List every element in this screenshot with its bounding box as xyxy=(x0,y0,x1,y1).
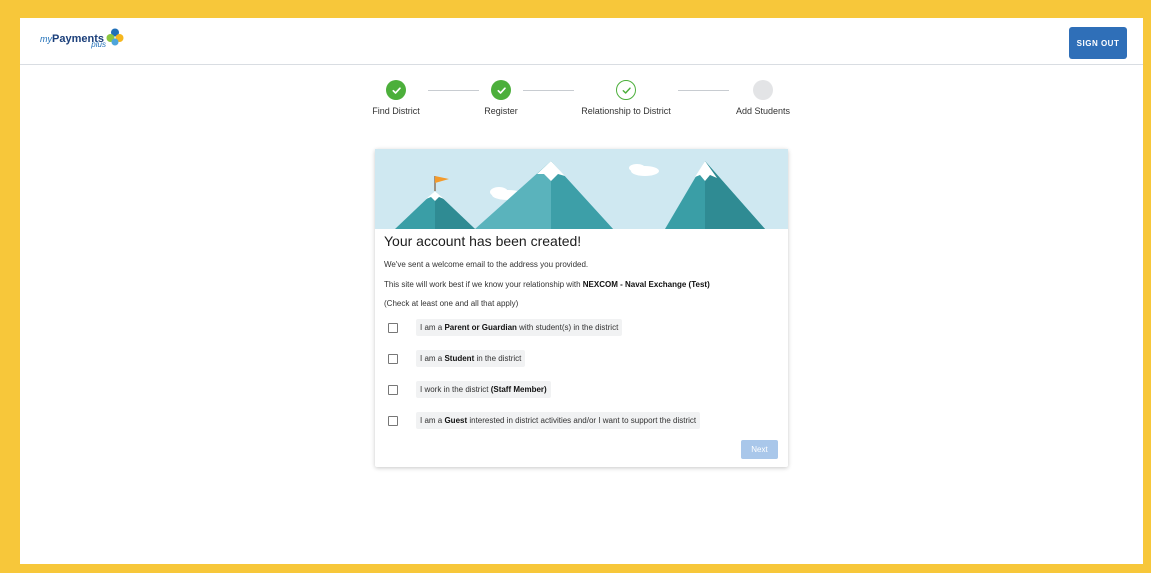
option-label: I am a Student in the district xyxy=(416,350,526,367)
option-suffix: in the district xyxy=(474,354,522,363)
option-prefix: I am a xyxy=(420,354,445,363)
staff-member-checkbox[interactable] xyxy=(388,384,398,395)
district-name: NEXCOM - Naval Exchange (Test) xyxy=(582,280,710,289)
option-staff-member[interactable]: I work in the district (Staff Member) xyxy=(388,381,551,398)
step-complete-icon xyxy=(386,80,406,100)
logo-mark-icon xyxy=(106,28,124,46)
mypaymentsplus-logo[interactable]: myPayments plus xyxy=(40,28,124,49)
relationship-text: This site will work best if we know your… xyxy=(384,280,710,289)
option-bold: (Staff Member) xyxy=(490,385,547,394)
step-label: Find District xyxy=(372,106,420,116)
guest-checkbox[interactable] xyxy=(388,415,398,426)
option-label: I work in the district (Staff Member) xyxy=(416,381,551,398)
logo-my: my xyxy=(40,34,52,44)
option-prefix: I am a xyxy=(420,416,445,425)
logo-text: myPayments plus xyxy=(40,30,106,49)
relationship-prefix: This site will work best if we know your… xyxy=(384,280,583,289)
option-bold: Parent or Guardian xyxy=(444,323,517,332)
parent-guardian-checkbox[interactable] xyxy=(388,322,398,333)
step-register: Register xyxy=(466,80,536,116)
app-window: myPayments plus SIGN OUT Find District R… xyxy=(20,18,1143,564)
step-label: Add Students xyxy=(735,106,791,116)
instruction-text: (Check at least one and all that apply) xyxy=(384,299,519,308)
step-relationship: Relationship to District xyxy=(566,80,686,116)
step-label: Relationship to District xyxy=(581,106,671,116)
option-guest[interactable]: I am a Guest interested in district acti… xyxy=(388,412,701,429)
option-parent-guardian[interactable]: I am a Parent or Guardian with student(s… xyxy=(388,319,623,336)
welcome-email-text: We've sent a welcome email to the addres… xyxy=(384,260,589,269)
option-student[interactable]: I am a Student in the district xyxy=(388,350,526,367)
logo-plus: plus xyxy=(91,40,106,49)
option-prefix: I work in the district xyxy=(420,385,491,394)
step-complete-icon xyxy=(491,80,511,100)
step-current-check-icon xyxy=(616,80,636,100)
step-label: Register xyxy=(484,106,518,116)
student-checkbox[interactable] xyxy=(388,353,398,364)
card-title: Your account has been created! xyxy=(384,233,582,249)
step-add-students: Add Students xyxy=(723,80,803,116)
option-bold: Guest xyxy=(444,416,468,425)
option-prefix: I am a xyxy=(420,323,445,332)
step-pending-icon xyxy=(753,80,773,100)
top-bar: myPayments plus SIGN OUT xyxy=(20,18,1143,65)
registration-stepper: Find District Register Relationship to D… xyxy=(20,80,1143,130)
step-find-district: Find District xyxy=(361,80,431,116)
option-suffix: with student(s) in the district xyxy=(516,323,619,332)
option-label: I am a Guest interested in district acti… xyxy=(416,412,701,429)
mountain-banner-illustration xyxy=(375,149,788,229)
account-created-card: Your account has been created! We've sen… xyxy=(375,149,788,467)
option-label: I am a Parent or Guardian with student(s… xyxy=(416,319,623,336)
option-bold: Student xyxy=(444,354,475,363)
sign-out-button[interactable]: SIGN OUT xyxy=(1069,27,1127,59)
next-button[interactable]: Next xyxy=(741,440,778,459)
option-suffix: interested in district activities and/or… xyxy=(467,416,697,425)
